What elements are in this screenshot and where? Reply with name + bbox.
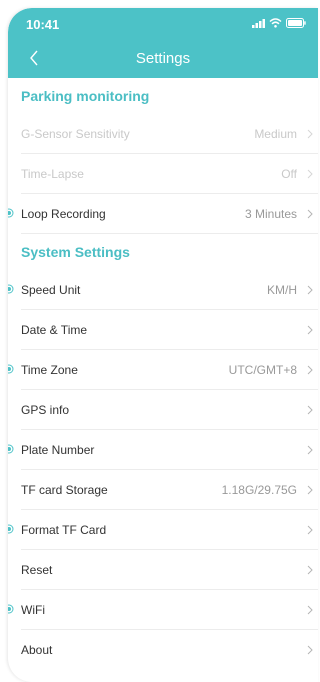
chevron-right-icon: [305, 363, 315, 377]
indicator-dot-icon: [8, 604, 14, 614]
settings-row-speed-unit[interactable]: Speed Unit KM/H: [8, 270, 318, 310]
settings-row-tf-card-storage[interactable]: TF card Storage 1.18G/29.75G: [21, 470, 318, 510]
row-value: 3 Minutes: [244, 206, 297, 221]
chevron-right-icon: [305, 443, 315, 457]
status-icons: [252, 18, 306, 28]
settings-list: Parking monitoring G-Sensor Sensitivity Me…: [8, 78, 318, 669]
indicator-dot-icon: [8, 524, 14, 534]
row-label: G-Sensor Sensitivity: [21, 126, 130, 141]
indicator-dot-icon: [8, 208, 14, 218]
settings-row-reset[interactable]: Reset: [21, 550, 318, 590]
chevron-right-icon: [305, 483, 315, 497]
row-label: Loop Recording: [21, 206, 106, 221]
settings-row-wifi[interactable]: WiFi: [8, 590, 318, 630]
settings-row-format-tf-card[interactable]: Format TF Card: [8, 510, 318, 550]
header: 10:41 Settings: [8, 8, 318, 78]
chevron-right-icon: [305, 127, 315, 141]
cellular-signal-icon: [252, 18, 265, 28]
phone-screen: 10:41 Settings Parking monitoring G-Sens…: [8, 8, 318, 682]
status-time: 10:41: [26, 17, 60, 32]
settings-row-plate-number[interactable]: Plate Number: [8, 430, 318, 470]
settings-row-time-zone[interactable]: Time Zone UTC/GMT+8: [8, 350, 318, 390]
wifi-status-icon: [269, 18, 282, 28]
chevron-right-icon: [305, 167, 315, 181]
page-title: Settings: [135, 50, 191, 67]
section-title-system-settings: System Settings: [21, 244, 130, 260]
row-label: Time-Lapse: [21, 166, 84, 181]
chevron-right-icon: [305, 207, 315, 221]
settings-row-g-sensor-sensitivity: G-Sensor Sensitivity Medium: [21, 114, 318, 154]
settings-row-loop-recording[interactable]: Loop Recording 3 Minutes: [8, 194, 318, 234]
section-title-parking-monitoring: Parking monitoring: [21, 88, 150, 104]
row-label: Speed Unit: [21, 282, 81, 297]
row-label: Time Zone: [21, 362, 78, 377]
status-bar: 10:41: [8, 8, 318, 40]
chevron-right-icon: [305, 283, 315, 297]
row-label: TF card Storage: [21, 482, 108, 497]
battery-icon: [286, 18, 306, 28]
chevron-right-icon: [305, 403, 315, 417]
indicator-dot-icon: [8, 364, 14, 374]
row-value: UTC/GMT+8: [228, 362, 297, 377]
row-label: Date & Time: [21, 322, 88, 337]
chevron-right-icon: [305, 323, 315, 337]
chevron-right-icon: [305, 523, 315, 537]
row-label: Plate Number: [21, 442, 95, 457]
settings-row-time-lapse: Time-Lapse Off: [21, 154, 318, 194]
settings-row-gps-info[interactable]: GPS info: [21, 390, 318, 430]
row-label: WiFi: [21, 602, 45, 617]
row-label: Reset: [21, 562, 53, 577]
row-value: Off: [281, 166, 297, 181]
row-value: KM/H: [267, 282, 297, 297]
chevron-right-icon: [305, 643, 315, 657]
settings-row-date-time[interactable]: Date & Time: [21, 310, 318, 350]
chevron-right-icon: [305, 563, 315, 577]
settings-row-about[interactable]: About: [21, 630, 318, 669]
indicator-dot-icon: [8, 284, 14, 294]
nav-bar: Settings: [8, 40, 318, 78]
row-label: Format TF Card: [21, 522, 107, 537]
row-value: Medium: [254, 126, 297, 141]
chevron-right-icon: [305, 603, 315, 617]
row-value: 1.18G/29.75G: [221, 482, 297, 497]
row-label: GPS info: [21, 402, 70, 417]
row-label: About: [21, 642, 53, 657]
indicator-dot-icon: [8, 444, 14, 454]
